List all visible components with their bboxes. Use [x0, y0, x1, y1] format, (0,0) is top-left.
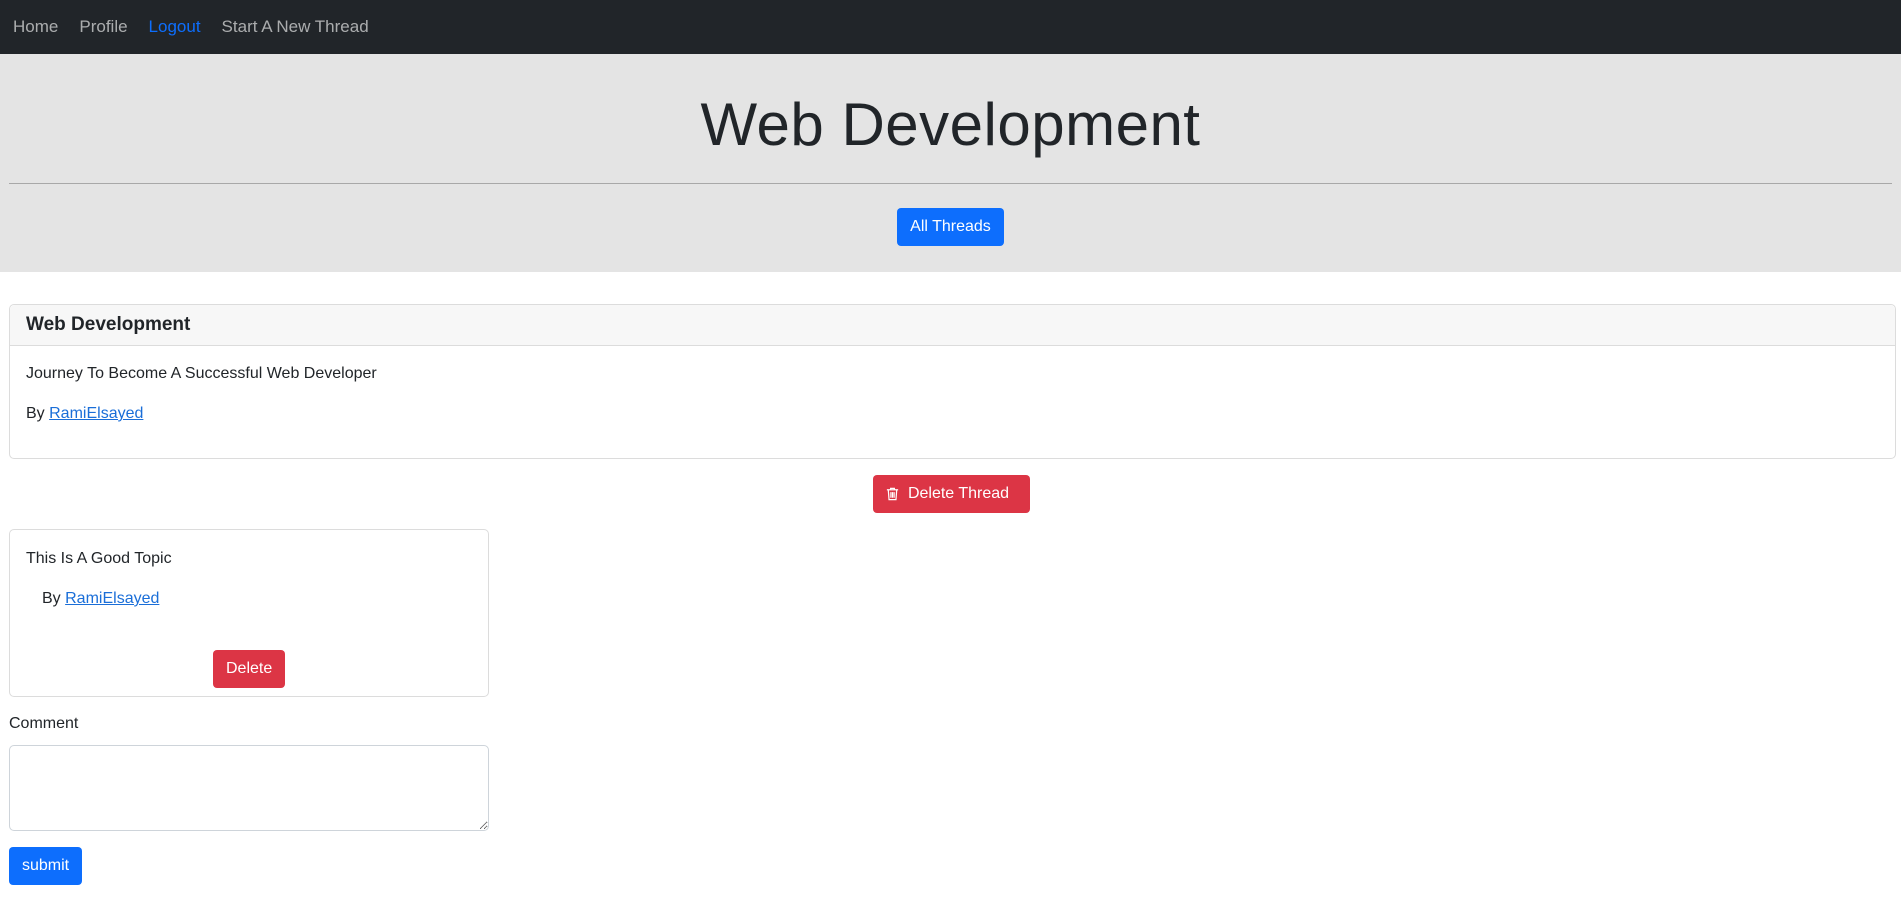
thread-card-body: Journey To Become A Successful Web Devel…	[10, 346, 1895, 425]
comment-byline: By RamiElsayed	[42, 588, 159, 610]
page-hero: Web Development All Threads	[0, 54, 1901, 272]
thread-card-header: Web Development	[10, 305, 1895, 346]
thread-byline: By RamiElsayed	[26, 403, 1879, 425]
nav-link-profile[interactable]: Profile	[79, 17, 127, 37]
delete-thread-label: Delete Thread	[907, 485, 1010, 502]
submit-comment-button[interactable]: submit	[9, 847, 83, 885]
hero-divider	[9, 183, 1892, 184]
thread-by-prefix: By	[26, 405, 45, 422]
delete-comment-button[interactable]: Delete	[213, 650, 286, 688]
comment-card: This Is A Good Topic By RamiElsayed Dele…	[9, 529, 489, 697]
thread-category: Web Development	[26, 314, 191, 335]
top-navbar: Home Profile Logout Start A New Thread	[0, 0, 1901, 54]
nav-link-start-new-thread[interactable]: Start A New Thread	[222, 17, 369, 37]
nav-link-logout[interactable]: Logout	[149, 17, 201, 37]
delete-thread-wrap: Delete Thread	[0, 475, 1901, 513]
hero-actions: All Threads	[9, 208, 1892, 246]
comment-author-link[interactable]: RamiElsayed	[65, 590, 159, 607]
page-title: Web Development	[700, 91, 1201, 158]
thread-card: Web Development Journey To Become A Succ…	[9, 304, 1896, 459]
thread-title: Journey To Become A Successful Web Devel…	[26, 365, 377, 382]
comment-label: Comment	[9, 715, 79, 732]
nav-link-home[interactable]: Home	[13, 17, 58, 37]
thread-author-link[interactable]: RamiElsayed	[49, 405, 143, 422]
delete-thread-button[interactable]: Delete Thread	[872, 475, 1031, 513]
all-threads-button[interactable]: All Threads	[897, 208, 1004, 246]
comment-text: This Is A Good Topic	[26, 550, 172, 567]
trash-icon	[885, 486, 900, 502]
comment-textarea[interactable]	[9, 745, 489, 831]
comment-by-prefix: By	[42, 590, 61, 607]
